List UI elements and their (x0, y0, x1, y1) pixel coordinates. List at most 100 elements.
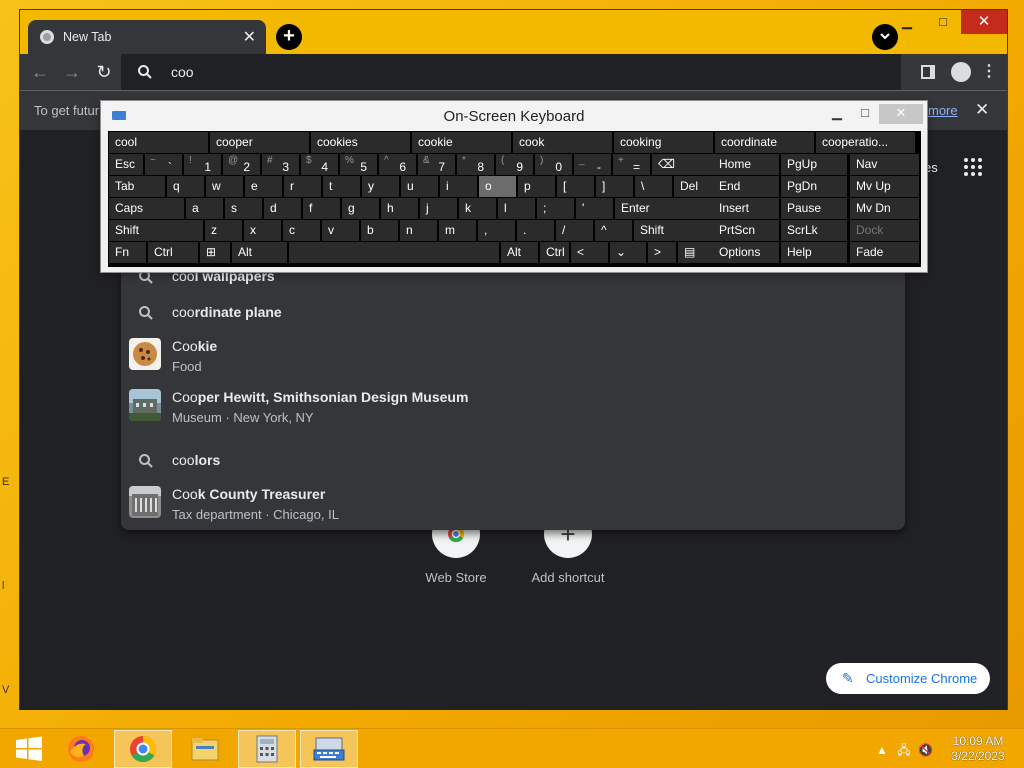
customize-chrome-button[interactable]: ✎ Customize Chrome (826, 663, 990, 694)
osk-minimize-button[interactable]: ▁ (823, 104, 851, 124)
clock[interactable]: 10:09 AM 3/22/2023 (946, 734, 1010, 764)
close-icon[interactable]: ✕ (975, 100, 989, 120)
osk-key-9[interactable]: (9 (496, 154, 533, 175)
tab-new-tab[interactable]: New Tab ✕ (28, 20, 266, 54)
osk-key-g[interactable]: g (342, 198, 379, 219)
osk-key-6[interactable]: ^ 6 (379, 154, 416, 175)
osk-key-fade[interactable]: Fade (850, 242, 919, 263)
maximize-button[interactable]: □ (925, 10, 961, 34)
osk-key-z[interactable]: z (205, 220, 242, 241)
osk-key-down-arrow[interactable]: ⌄ (610, 242, 646, 263)
osk-key-q[interactable]: q (167, 176, 204, 197)
osk-key-windows[interactable]: ⊞ (200, 242, 230, 263)
osk-key-ctrl-left[interactable]: Ctrl (148, 242, 198, 263)
osk-key-pgdn[interactable]: PgDn (781, 176, 847, 197)
osk-key-b[interactable]: b (361, 220, 398, 241)
osk-key-j[interactable]: j (420, 198, 457, 219)
osk-key--[interactable]: _ - (574, 154, 611, 175)
osk-key-right-arrow[interactable]: > (648, 242, 676, 263)
osk-key-pgup[interactable]: PgUp (781, 154, 847, 175)
osk-key-options[interactable]: Options (713, 242, 779, 263)
osk-close-button[interactable]: ✕ (879, 104, 923, 124)
osk-key-tab[interactable]: Tab (109, 176, 165, 197)
osk-maximize-button[interactable]: □ (851, 104, 879, 124)
osk-key-8[interactable]: * 8 (457, 154, 494, 175)
osk-key-0[interactable]: ) 0 (535, 154, 572, 175)
taskbar-file-explorer[interactable] (176, 730, 234, 768)
osk-key-y[interactable]: y (362, 176, 399, 197)
volume-muted-icon[interactable]: 🔇 (918, 743, 933, 757)
profile-avatar-icon[interactable] (951, 62, 971, 82)
osk-key-shift[interactable]: Shift (109, 220, 203, 241)
osk-key-1[interactable]: ! 1 (184, 154, 221, 175)
osk-key-u[interactable]: u (401, 176, 438, 197)
info-bar-link[interactable]: more (928, 103, 958, 118)
osk-prediction-2[interactable]: cookies (311, 132, 410, 153)
osk-key-mv-up[interactable]: Mv Up (850, 176, 919, 197)
osk-key-3[interactable]: #3 (262, 154, 299, 175)
osk-key-k[interactable]: k (459, 198, 496, 219)
osk-key-scrlk[interactable]: ScrLk (781, 220, 847, 241)
osk-key-h[interactable]: h (381, 198, 418, 219)
osk-key-nav[interactable]: Nav (850, 154, 919, 175)
osk-key-end[interactable]: End (713, 176, 779, 197)
osk-key-n[interactable]: n (400, 220, 437, 241)
osk-key-7[interactable]: & 7 (418, 154, 455, 175)
close-tab-icon[interactable]: ✕ (243, 27, 256, 47)
osk-key-backslash[interactable]: \ (635, 176, 672, 197)
osk-key-fn[interactable]: Fn (109, 242, 146, 263)
osk-key-m[interactable]: m (439, 220, 476, 241)
back-arrow-icon[interactable]: ← (30, 62, 50, 82)
osk-key-up-arrow[interactable]: ^ (595, 220, 632, 241)
osk-prediction-7[interactable]: cooperatio... (816, 132, 915, 153)
osk-key-space[interactable] (289, 242, 499, 263)
omnibox-text[interactable]: coo (171, 64, 194, 80)
osk-key-quote[interactable]: ' (576, 198, 613, 219)
osk-key-o[interactable]: o (479, 176, 516, 197)
chevron-up-icon[interactable]: ▲ (876, 743, 888, 757)
suggestion-item[interactable]: Cookie Food (121, 338, 905, 378)
osk-key-f[interactable]: f (303, 198, 340, 219)
forward-arrow-icon[interactable]: → (62, 62, 82, 82)
osk-key-enter[interactable]: Enter (615, 198, 713, 219)
osk-key-4[interactable]: $4 (301, 154, 338, 175)
taskbar-calculator[interactable] (238, 730, 296, 768)
osk-prediction-4[interactable]: cook (513, 132, 612, 153)
apps-grid-icon[interactable] (964, 158, 982, 176)
osk-key-c[interactable]: c (283, 220, 320, 241)
osk-key-left-arrow[interactable]: < (571, 242, 608, 263)
osk-key-v[interactable]: v (322, 220, 359, 241)
osk-key-0[interactable]: Esc (109, 154, 143, 175)
minimize-button[interactable]: ▁ (889, 10, 925, 34)
osk-key-caps[interactable]: Caps (109, 198, 184, 219)
osk-key-alt-right[interactable]: Alt (501, 242, 538, 263)
osk-key-[[interactable]: [ (557, 176, 594, 197)
osk-key-comma[interactable]: , (478, 220, 515, 241)
suggestion-item[interactable]: Cook County Treasurer Tax department · C… (121, 486, 905, 526)
osk-key-help[interactable]: Help (781, 242, 847, 263)
osk-key-t[interactable]: t (323, 176, 360, 197)
taskbar-on-screen-keyboard[interactable] (300, 730, 358, 768)
osk-key-i[interactable]: i (440, 176, 477, 197)
osk-key-mv-dn[interactable]: Mv Dn (850, 198, 919, 219)
osk-key-14[interactable]: ⌫ (652, 154, 716, 175)
osk-prediction-0[interactable]: cool (109, 132, 208, 153)
omnibox[interactable]: coo (121, 54, 901, 90)
osk-key-`[interactable]: ~ ` (145, 154, 182, 175)
osk-key-e[interactable]: e (245, 176, 282, 197)
osk-key-w[interactable]: w (206, 176, 243, 197)
side-panel-icon[interactable] (921, 65, 935, 79)
osk-key-x[interactable]: x (244, 220, 281, 241)
osk-prediction-1[interactable]: cooper (210, 132, 309, 153)
osk-key-ctrl-right[interactable]: Ctrl (540, 242, 569, 263)
osk-key-home[interactable]: Home (713, 154, 779, 175)
osk-key-slash[interactable]: / (556, 220, 593, 241)
osk-key-dock[interactable]: Dock (850, 220, 919, 241)
menu-kebab-icon[interactable]: ⋮ (981, 61, 997, 81)
osk-key-insert[interactable]: Insert (713, 198, 779, 219)
osk-key-l[interactable]: l (498, 198, 535, 219)
osk-key-semicolon[interactable]: ; (537, 198, 574, 219)
taskbar-firefox[interactable] (52, 730, 110, 768)
osk-key-2[interactable]: @2 (223, 154, 260, 175)
osk-key-period[interactable]: . (517, 220, 554, 241)
